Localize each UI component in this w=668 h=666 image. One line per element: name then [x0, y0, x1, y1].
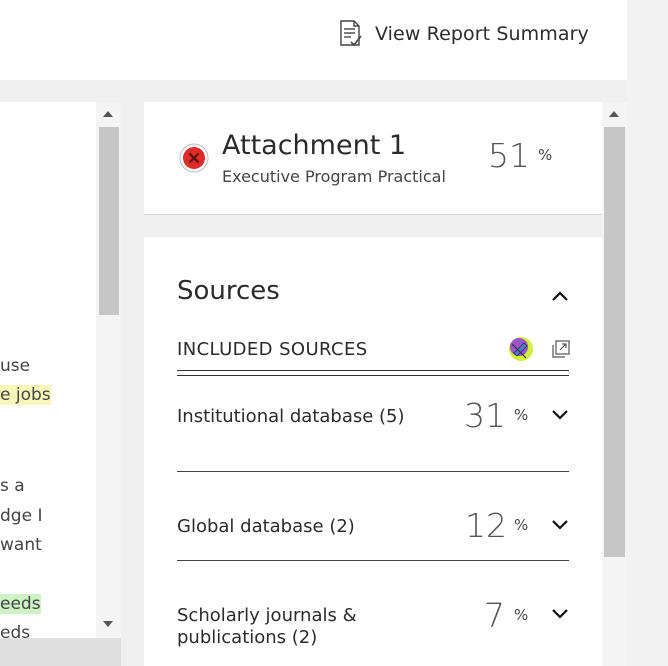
horizontal-scrollbar[interactable]: [0, 638, 121, 666]
chevron-down-icon[interactable]: [551, 518, 569, 530]
exclude-sources-icon[interactable]: [508, 336, 534, 362]
source-item-percent-sign: %: [514, 406, 529, 424]
included-sources-label: INCLUDED SOURCES: [177, 339, 368, 360]
document-line: use: [0, 356, 31, 376]
source-item-percent: 31: [464, 396, 506, 435]
document-line: want: [0, 535, 42, 555]
scroll-up-arrow-icon[interactable]: [609, 111, 619, 117]
attachment-title: Attachment 1: [222, 130, 407, 161]
scroll-up-arrow-icon[interactable]: [103, 111, 113, 117]
source-item-percent-sign: %: [514, 516, 529, 534]
document-line-highlighted: eeds: [0, 594, 41, 614]
chevron-up-icon[interactable]: [551, 289, 569, 301]
attachment-percent: 51: [488, 136, 530, 175]
chevron-down-icon[interactable]: [551, 408, 569, 420]
source-item-label: Institutional database (5): [177, 406, 405, 427]
source-item-label: Global database (2): [177, 516, 355, 537]
document-line-highlighted: e jobs: [0, 385, 51, 405]
chevron-down-icon[interactable]: [551, 607, 569, 619]
document-pane: use e jobs s a dge I want eeds eds: [0, 102, 96, 666]
sources-scroll-thumb[interactable]: [604, 127, 625, 557]
open-external-icon[interactable]: [551, 339, 571, 359]
error-icon: [179, 143, 209, 173]
attachment-percent-sign: %: [538, 146, 553, 164]
document-line: dge I: [0, 506, 43, 526]
report-checklist-icon: [338, 19, 364, 49]
source-item-percent: 7: [484, 596, 505, 635]
view-report-summary-label: View Report Summary: [375, 23, 589, 45]
source-item-percent-sign: %: [514, 606, 529, 624]
sources-title: Sources: [177, 276, 280, 306]
source-item-percent: 12: [465, 506, 507, 545]
document-line: s a: [0, 476, 25, 496]
attachment-subtitle: Executive Program Practical ...: [222, 167, 447, 186]
right-gutter: [627, 0, 668, 666]
view-report-summary-button[interactable]: View Report Summary: [338, 18, 589, 50]
source-item-label: Scholarly journals & publications (2): [177, 605, 357, 648]
scroll-down-arrow-icon[interactable]: [103, 621, 113, 627]
document-scroll-thumb[interactable]: [99, 127, 119, 315]
